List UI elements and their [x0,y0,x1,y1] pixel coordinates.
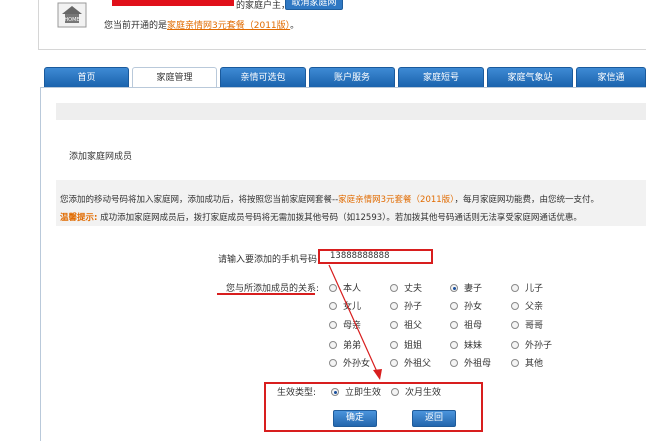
plan-suffix: 。 [290,21,300,31]
radio-label: 儿子 [525,284,544,294]
section-title: 添加家庭网成员 [69,152,133,162]
radio-label: 外孙子 [525,341,553,351]
radio-circle[interactable] [450,321,458,329]
tab-home[interactable]: 首页 [44,67,129,87]
relation-radio-self[interactable]: 本人 [329,281,361,294]
back-button[interactable]: 返回 [412,410,456,427]
radio-label: 孙女 [464,302,483,312]
toolbar-bar [56,103,646,120]
radio-circle[interactable] [390,359,398,367]
radio-label: 外孙女 [343,359,371,369]
radio-circle[interactable] [390,302,398,310]
radio-label: 次月生效 [405,388,442,398]
radio-circle[interactable] [329,302,337,310]
radio-circle[interactable] [511,321,519,329]
radio-circle[interactable] [390,284,398,292]
effect-radio-immediate[interactable]: 立即生效 [331,385,381,398]
relation-radio-maternal-grandfather[interactable]: 外祖父 [390,356,431,369]
radio-label: 妻子 [464,284,483,294]
relation-radio-grandmother[interactable]: 祖母 [450,318,482,331]
tab-family-weather[interactable]: 家庭气象站 [487,67,573,87]
radio-circle[interactable] [511,359,519,367]
relation-radio-father[interactable]: 父亲 [511,299,543,312]
radio-circle[interactable] [329,284,337,292]
radio-circle[interactable] [511,341,519,349]
effect-type-label: 生效类型: [277,388,317,398]
relation-radio-maternal-grandson[interactable]: 外孙子 [511,338,552,351]
radio-circle[interactable] [390,341,398,349]
tab-family-management[interactable]: 家庭管理 [132,67,217,88]
radio-circle[interactable] [329,341,337,349]
cancel-family-network-button[interactable]: 取消家庭网 [285,0,343,10]
effect-radio-next-month[interactable]: 次月生效 [391,385,441,398]
radio-circle[interactable] [450,359,458,367]
relation-radio-mother[interactable]: 母亲 [329,318,361,331]
radio-label: 妹妹 [464,341,483,351]
radio-label: 母亲 [343,321,362,331]
info-plan-link[interactable]: 家庭亲情网3元套餐（2011版） [338,195,454,205]
radio-label: 其他 [525,359,544,369]
radio-label: 哥哥 [525,321,544,331]
tab-family-message[interactable]: 家信通 [576,67,646,87]
radio-label: 外祖母 [464,359,492,369]
radio-circle[interactable] [511,302,519,310]
relation-radio-maternal-granddaughter[interactable]: 外孙女 [329,356,370,369]
relation-radio-granddaughter[interactable]: 孙女 [450,299,482,312]
info-line-2: 温馨提示: 成功添加家庭网成员后，拨打家庭成员号码将无需加拨其他号码（如1259… [60,211,582,223]
relation-radio-daughter[interactable]: 女儿 [329,299,361,312]
radio-circle-selected[interactable] [331,388,339,396]
relation-radio-husband[interactable]: 丈夫 [390,281,422,294]
relation-radio-wife[interactable]: 妻子 [450,281,482,294]
relation-radio-grandson[interactable]: 孙子 [390,299,422,312]
phone-label: 请输入要添加的手机号码: [218,255,321,265]
radio-label: 孙子 [404,302,423,312]
relation-radio-other[interactable]: 其他 [511,356,543,369]
radio-label: 姐姐 [404,341,423,351]
relation-radio-younger-sister[interactable]: 妹妹 [450,338,482,351]
home-icon: HOME [57,2,87,28]
current-plan-line: 您当前开通的是家庭亲情网3元套餐（2011版）。 [104,18,299,31]
radio-circle[interactable] [450,341,458,349]
relation-radio-elder-brother[interactable]: 哥哥 [511,318,543,331]
confirm-button[interactable]: 确定 [333,410,377,427]
relation-radio-maternal-grandmother[interactable]: 外祖母 [450,356,491,369]
tab-family-packages[interactable]: 亲情可选包 [220,67,306,87]
radio-label: 弟弟 [343,341,362,351]
tip-label: 温馨提示: [60,213,98,223]
info-text-b: ，每月家庭网功能费，由您统一支付。 [454,195,599,205]
radio-label: 女儿 [343,302,362,312]
radio-label: 本人 [343,284,362,294]
relation-label-underline [217,293,315,295]
relation-radio-younger-brother[interactable]: 弟弟 [329,338,361,351]
main-tabs: 首页 家庭管理 亲情可选包 账户服务 家庭短号 家庭气象站 家信通 [40,67,646,88]
tab-account-service[interactable]: 账户服务 [309,67,395,87]
radio-label: 祖父 [404,321,423,331]
relation-radio-son[interactable]: 儿子 [511,281,543,294]
plan-prefix: 您当前开通的是 [104,21,168,31]
svg-text:HOME: HOME [64,17,79,23]
radio-label: 祖母 [464,321,483,331]
tip-text: 成功添加家庭网成员后，拨打家庭成员号码将无需加拨其他号码（如12593）。若加拨… [97,213,582,223]
info-text-a: 您添加的移动号码将加入家庭网，添加成功后，将按照您当前家庭网套餐-- [60,195,339,205]
redacted-username [112,0,234,6]
radio-circle[interactable] [450,302,458,310]
radio-circle-selected[interactable] [450,284,458,292]
radio-circle[interactable] [390,321,398,329]
relation-radio-elder-sister[interactable]: 姐姐 [390,338,422,351]
tab-family-short-number[interactable]: 家庭短号 [398,67,484,87]
phone-input[interactable]: 13888888888 [318,249,433,264]
radio-label: 立即生效 [345,388,382,398]
radio-circle[interactable] [391,388,399,396]
radio-label: 丈夫 [404,284,423,294]
relation-radio-grandfather[interactable]: 祖父 [390,318,422,331]
radio-circle[interactable] [511,284,519,292]
radio-circle[interactable] [329,321,337,329]
plan-link[interactable]: 家庭亲情网3元套餐（2011版） [167,21,290,31]
info-line-1: 您添加的移动号码将加入家庭网，添加成功后，将按照您当前家庭网套餐--家庭亲情网3… [60,193,599,205]
radio-label: 父亲 [525,302,544,312]
radio-circle[interactable] [329,359,337,367]
radio-label: 外祖父 [404,359,432,369]
